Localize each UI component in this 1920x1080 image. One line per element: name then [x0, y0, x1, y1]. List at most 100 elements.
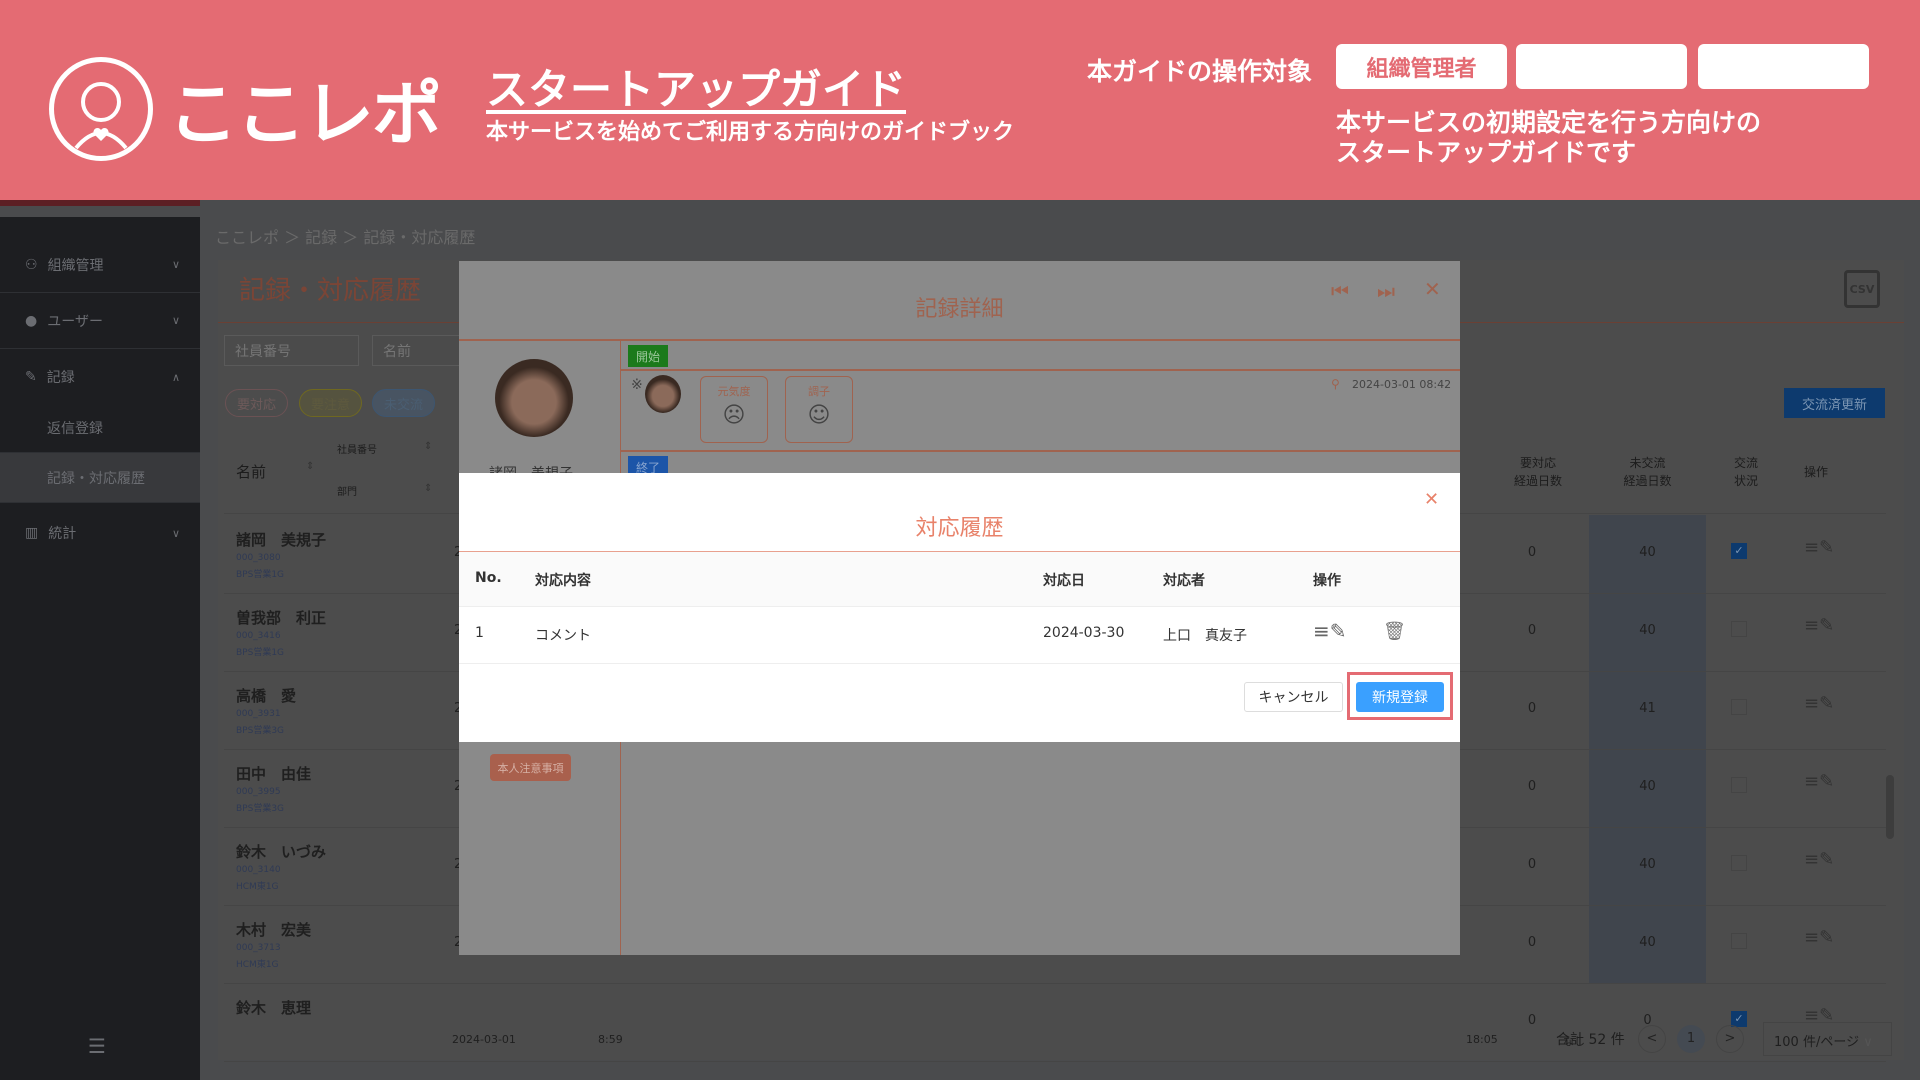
- noexchange-days: 41: [1639, 701, 1656, 716]
- employee-name[interactable]: 諸岡 美規子: [236, 529, 326, 550]
- avatar: [495, 359, 573, 437]
- column-emp-no[interactable]: 社員番号: [337, 441, 377, 456]
- noexchange-days: 40: [1639, 779, 1656, 794]
- sidebar-item-org[interactable]: ⚇ 組織管理 ∨: [0, 237, 200, 293]
- guide-title[interactable]: スタートアップガイド: [486, 56, 906, 117]
- noexchange-days: 40: [1639, 935, 1656, 950]
- edit-icon[interactable]: ≡✎: [1804, 615, 1834, 636]
- need-days: 0: [1527, 701, 1537, 716]
- column-action: 操作: [1804, 465, 1829, 479]
- column-no: No.: [475, 570, 502, 586]
- mark: ※: [631, 377, 643, 393]
- target-description: 本サービスの初期設定を行う方向けの スタートアップガイドです: [1336, 108, 1761, 168]
- target-button-org-admin[interactable]: 組織管理者: [1336, 44, 1507, 89]
- close-icon[interactable]: ✕: [1424, 277, 1441, 301]
- need-days: 0: [1527, 779, 1537, 794]
- personal-notes-button[interactable]: 本人注意事項: [490, 754, 571, 781]
- employee-name[interactable]: 鈴木 恵理: [236, 997, 311, 1018]
- scrollbar[interactable]: [1886, 775, 1894, 839]
- edit-icon[interactable]: ≡✎: [1313, 619, 1347, 643]
- target-button-3[interactable]: [1698, 44, 1869, 89]
- noexchange-days: 40: [1639, 857, 1656, 872]
- page-1-button[interactable]: 1: [1677, 1025, 1705, 1053]
- sort-icon[interactable]: ⇕: [424, 441, 432, 452]
- noexchange-days: 40: [1639, 545, 1656, 560]
- exchange-checkbox[interactable]: ✓: [1731, 543, 1747, 559]
- employee-name[interactable]: 田中 由佳: [236, 763, 311, 784]
- employee-number: 000_3931: [236, 709, 281, 719]
- sidebar: ⚇ 組織管理 ∨ ● ユーザー ∨ ✎ 記録 ∧ 返信登録 記録・対応履歴 ▥ 統計 ∨ ☰: [0, 217, 200, 1080]
- column-dept[interactable]: 部門: [337, 483, 357, 498]
- employee-number-input[interactable]: [224, 335, 359, 366]
- exchange-checkbox[interactable]: [1731, 855, 1747, 871]
- column-name[interactable]: 名前: [236, 461, 266, 482]
- next-page-button[interactable]: >: [1716, 1025, 1744, 1053]
- header-line: 要対応: [1519, 456, 1556, 470]
- target-button-2[interactable]: [1516, 44, 1687, 89]
- guide-banner: ここレポ スタートアップガイド 本サービスを始めてご利用する方向けのガイドブック…: [0, 0, 1920, 200]
- sidebar-item-stats[interactable]: ▥ 統計 ∨: [0, 505, 200, 561]
- employee-name[interactable]: 曽我部 利正: [236, 607, 326, 628]
- employee-number: 000_3995: [236, 787, 281, 797]
- exchange-checkbox[interactable]: [1731, 699, 1747, 715]
- row-date: 2024-03-30: [1043, 625, 1125, 641]
- filter-chip-need-action[interactable]: 要対応: [225, 389, 288, 417]
- logo-mascot-icon: [49, 57, 153, 161]
- edit-icon[interactable]: ≡✎: [1804, 693, 1834, 714]
- next-record-icon[interactable]: ⏭: [1377, 279, 1395, 303]
- department: BPS営業3G: [236, 726, 285, 736]
- mood-label: 調子: [808, 385, 830, 398]
- sidebar-subitem-reply[interactable]: 返信登録: [0, 403, 200, 453]
- sidebar-item-record[interactable]: ✎ 記録 ∧: [0, 349, 200, 405]
- chevron-up-icon: ∧: [171, 370, 180, 384]
- modal-title: 対応履歴: [915, 516, 1004, 541]
- sidebar-item-user[interactable]: ● ユーザー ∨: [0, 293, 200, 349]
- exchange-update-button[interactable]: 交流済更新: [1784, 388, 1885, 418]
- sad-face-icon: ☹: [722, 403, 746, 428]
- header-line: 状況: [1733, 474, 1758, 488]
- sidebar-subitem-history[interactable]: 記録・対応履歴: [0, 453, 200, 503]
- row-content: コメント: [535, 628, 591, 644]
- mood-label: 元気度: [717, 385, 751, 398]
- column-action: 操作: [1313, 573, 1341, 589]
- sidebar-item-label: 統計: [48, 526, 77, 542]
- edit-icon[interactable]: ≡✎: [1804, 537, 1834, 558]
- trash-icon[interactable]: 🗑: [1383, 621, 1406, 642]
- first-record-icon[interactable]: ⏮: [1331, 279, 1349, 303]
- start-time: 8:59: [598, 1033, 623, 1046]
- name-input[interactable]: [372, 335, 462, 366]
- csv-download-icon[interactable]: CSV: [1844, 270, 1880, 308]
- prev-page-button[interactable]: <: [1638, 1025, 1666, 1053]
- location-pin-icon: ⚲: [1331, 377, 1340, 391]
- department: HCM東1G: [236, 882, 279, 892]
- edit-icon[interactable]: ≡✎: [1804, 771, 1834, 792]
- edit-icon[interactable]: ≡✎: [1804, 927, 1834, 948]
- response-history-modal: ✕ 対応履歴 No. 対応内容 対応日 対応者 操作 1 コメント 2024-0…: [459, 473, 1460, 742]
- employee-name[interactable]: 高橋 愛: [236, 685, 296, 706]
- filter-chip-no-exchange[interactable]: 未交流: [372, 389, 435, 417]
- employee-name[interactable]: 木村 宏美: [236, 919, 311, 940]
- new-register-button[interactable]: 新規登録: [1356, 682, 1444, 712]
- column-exchange-status: 交流 状況: [1706, 454, 1786, 490]
- edit-icon[interactable]: ≡✎: [1804, 849, 1834, 870]
- close-icon[interactable]: ✕: [1424, 489, 1439, 510]
- sidebar-item-label: 組織管理: [47, 257, 104, 274]
- cancel-button[interactable]: キャンセル: [1244, 682, 1343, 712]
- need-days: 0: [1527, 935, 1537, 950]
- exchange-checkbox[interactable]: [1731, 621, 1747, 637]
- modal-title: 記録詳細: [915, 297, 1004, 322]
- exchange-checkbox[interactable]: [1731, 933, 1747, 949]
- user-icon: ●: [25, 312, 38, 329]
- employee-name[interactable]: 鈴木 いづみ: [236, 841, 326, 862]
- collapse-menu-icon[interactable]: ☰: [88, 1034, 106, 1058]
- filter-chip-caution[interactable]: 要注意: [299, 389, 362, 417]
- per-page-value: 100 件/ページ: [1774, 1035, 1860, 1050]
- sort-icon[interactable]: ⇕: [306, 461, 314, 472]
- need-days: 0: [1527, 1013, 1537, 1028]
- exchange-checkbox[interactable]: [1731, 777, 1747, 793]
- record-timestamp: 2024-03-01 08:42: [1352, 378, 1452, 391]
- record-icon: ✎: [25, 369, 37, 385]
- per-page-select[interactable]: 100 件/ページ ∨: [1763, 1022, 1892, 1056]
- sort-icon[interactable]: ⇕: [424, 483, 432, 494]
- need-days: 0: [1527, 623, 1537, 638]
